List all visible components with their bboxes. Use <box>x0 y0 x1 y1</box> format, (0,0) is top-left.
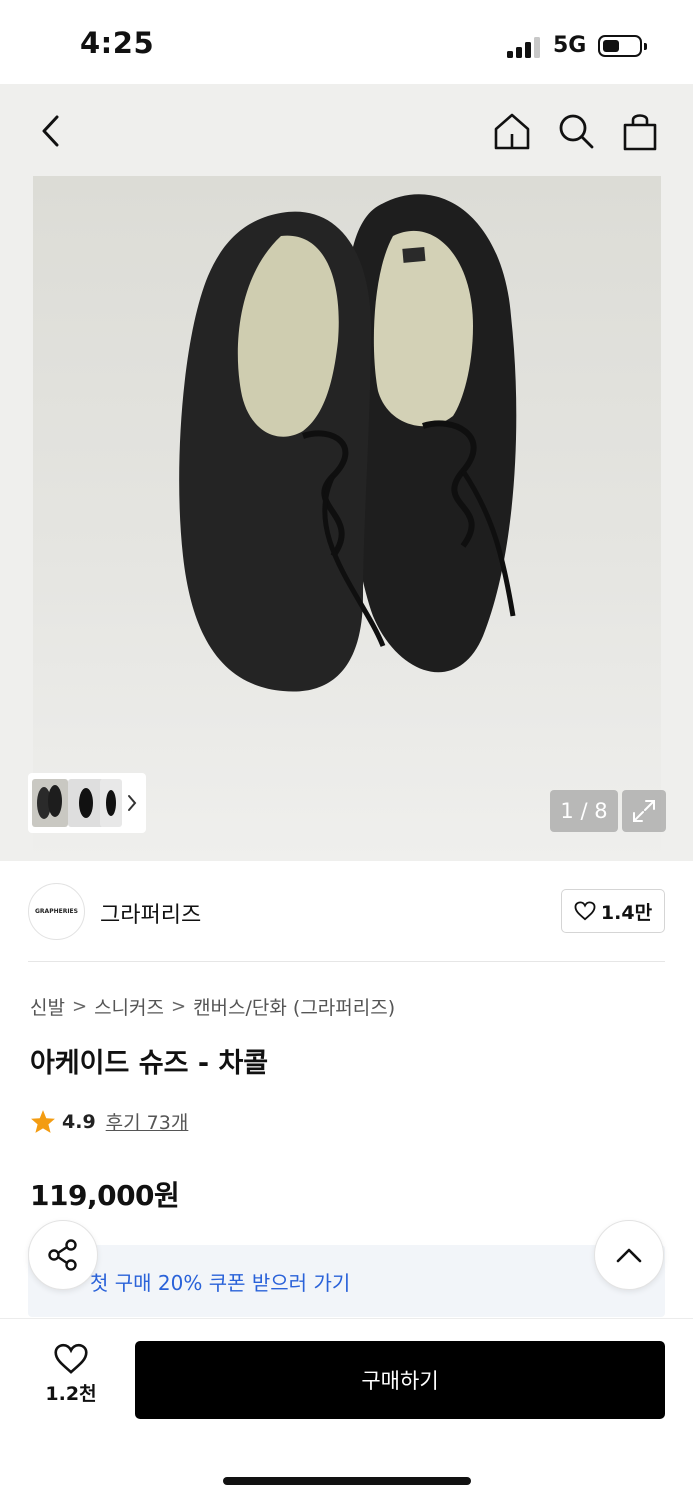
brand-logo[interactable]: GRAPHERIES <box>28 883 85 940</box>
heart-icon <box>574 901 596 921</box>
heart-icon <box>54 1343 88 1374</box>
search-button[interactable] <box>553 108 599 154</box>
thumbnail-image[interactable] <box>68 779 104 827</box>
product-price: 119,000원 <box>30 1179 180 1212</box>
breadcrumb-item-shoes[interactable]: 신발 <box>30 993 65 1020</box>
review-link[interactable]: 후기 73개 <box>106 1108 189 1135</box>
status-time: 4:25 <box>80 26 155 60</box>
fullscreen-button[interactable] <box>622 790 666 832</box>
cart-button[interactable] <box>617 108 663 154</box>
shopping-bag-icon <box>623 114 657 151</box>
thumbnail-image[interactable] <box>100 779 122 827</box>
thumbnail-strip[interactable] <box>28 773 146 833</box>
brand-like-button[interactable]: 1.4만 <box>561 889 665 933</box>
breadcrumb-separator: > <box>71 996 88 1017</box>
product-title: 아케이드 슈즈 - 차콜 <box>30 1048 269 1079</box>
coupon-text: 첫 구매 20% 쿠폰 받으러 가기 <box>90 1270 351 1295</box>
brand-row[interactable]: GRAPHERIES 그라퍼리즈 1.4만 <box>0 861 693 962</box>
thumbnail-image[interactable] <box>32 779 68 827</box>
shoe-illustration <box>179 194 517 692</box>
divider <box>28 961 665 962</box>
breadcrumb-item-canvas[interactable]: 캔버스/단화 (그라퍼리즈) <box>193 993 395 1020</box>
chevron-right-icon <box>128 795 137 811</box>
product-image-gallery[interactable]: 1 / 8 <box>0 84 693 861</box>
battery-icon <box>598 35 647 57</box>
breadcrumb: 신발 > 스니커즈 > 캔버스/단화 (그라퍼리즈) <box>30 993 395 1020</box>
rating-score: 4.9 <box>62 1110 96 1133</box>
home-icon <box>494 113 530 150</box>
breadcrumb-item-sneakers[interactable]: 스니커즈 <box>94 993 164 1020</box>
coupon-banner[interactable]: 첫 구매 20% 쿠폰 받으러 가기 <box>28 1245 665 1317</box>
chevron-up-icon <box>616 1248 642 1263</box>
breadcrumb-separator: > <box>170 996 187 1017</box>
brand-name[interactable]: 그라퍼리즈 <box>100 897 201 929</box>
signal-strength-icon <box>507 36 541 58</box>
expand-icon <box>633 800 655 822</box>
home-button[interactable] <box>489 108 535 154</box>
image-page-counter: 1 / 8 <box>550 790 618 832</box>
wishlist-button[interactable]: 1.2천 <box>30 1343 112 1415</box>
share-button[interactable] <box>28 1220 98 1290</box>
home-indicator <box>223 1477 471 1485</box>
back-icon <box>42 115 59 147</box>
scroll-top-button[interactable] <box>594 1220 664 1290</box>
rating-row: 4.9 후기 73개 <box>30 1108 188 1135</box>
network-type: 5G <box>553 33 587 58</box>
buy-button[interactable]: 구매하기 <box>135 1341 665 1419</box>
product-photo[interactable] <box>33 176 661 861</box>
search-icon <box>559 114 594 149</box>
wishlist-count: 1.2천 <box>45 1383 97 1405</box>
star-icon <box>31 1110 55 1133</box>
status-bar: 4:25 5G <box>0 0 693 84</box>
back-button[interactable] <box>28 108 74 154</box>
share-icon <box>48 1239 77 1271</box>
bottom-action-bar: 1.2천 구매하기 <box>0 1318 693 1500</box>
brand-like-count: 1.4만 <box>600 901 653 924</box>
